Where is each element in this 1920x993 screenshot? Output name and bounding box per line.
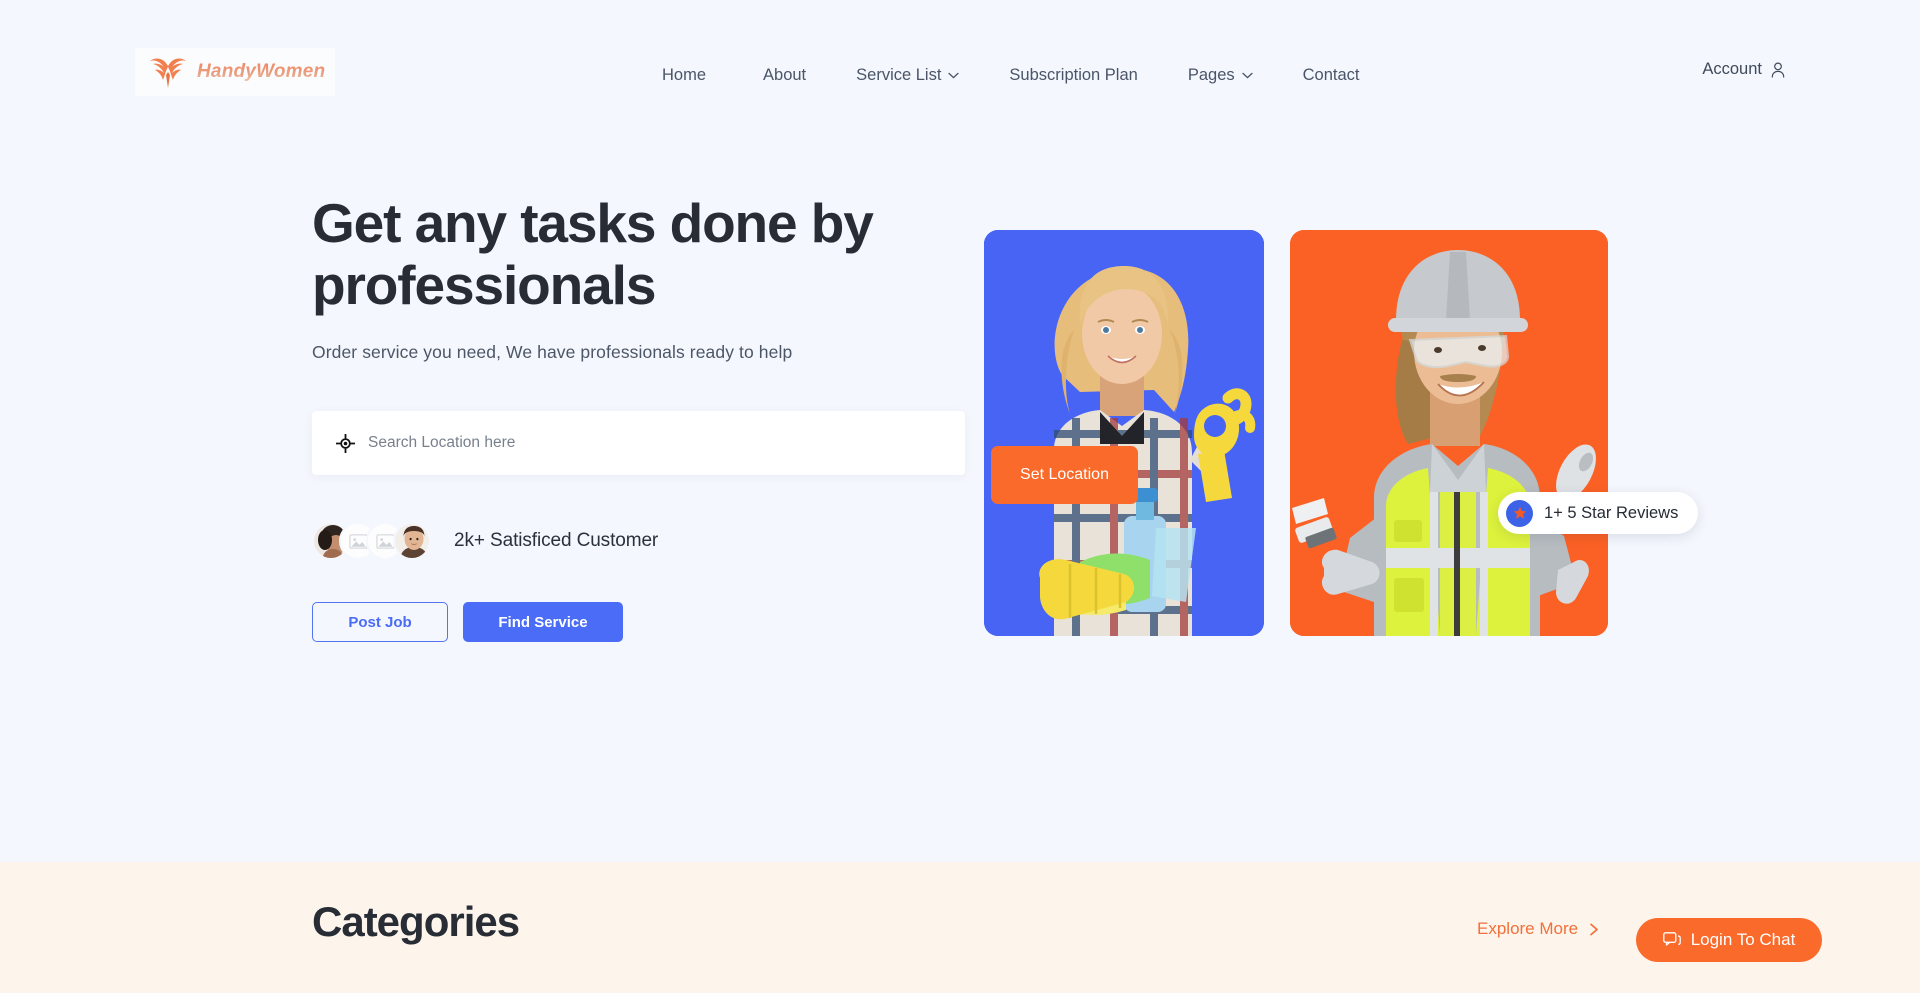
- social-proof: 2k+ Satisficed Customer: [312, 522, 952, 560]
- categories-title: Categories: [312, 898, 520, 945]
- nav-item-about[interactable]: About: [763, 60, 806, 91]
- chevron-down-icon: [948, 72, 960, 79]
- account-menu[interactable]: Account: [1702, 60, 1785, 79]
- nav-label: Service List: [856, 66, 942, 84]
- hero-card-cleaning[interactable]: [984, 230, 1264, 636]
- user-icon: [1771, 62, 1785, 78]
- account-label: Account: [1702, 60, 1762, 78]
- logo[interactable]: HandyWomen: [135, 48, 335, 96]
- star-icon: [1513, 506, 1526, 519]
- hero-cta-row: Post Job Find Service: [312, 602, 952, 642]
- categories-section: [0, 862, 1920, 993]
- star-badge-circle: [1506, 499, 1533, 527]
- nav-label: Contact: [1302, 66, 1360, 84]
- eagle-logo-icon: [150, 58, 186, 88]
- hero-subtitle: Order service you need, We have professi…: [312, 342, 793, 362]
- nav-item-pages[interactable]: Pages: [1188, 60, 1253, 91]
- chat-button-label: Login To Chat: [1690, 930, 1796, 949]
- main-navigation: Home About Service List Subscription Pla…: [662, 60, 1360, 91]
- nav-item-service-list[interactable]: Service List: [856, 60, 960, 91]
- page-title: Get any tasks done by professionals: [312, 192, 952, 316]
- chevron-down-icon: [1241, 72, 1253, 79]
- avatar-group: [312, 522, 431, 560]
- logo-text: HandyWomen: [197, 61, 326, 82]
- nav-item-subscription-plan[interactable]: Subscription Plan: [1009, 60, 1137, 91]
- broken-image-icon: [375, 533, 395, 549]
- social-proof-text: 2k+ Satisficed Customer: [454, 530, 659, 551]
- site-header: HandyWomen Home About Service List Subsc…: [0, 0, 1920, 120]
- nav-item-home[interactable]: Home: [662, 60, 706, 91]
- cleaning-professional-photo: [984, 230, 1264, 636]
- avatar: [393, 522, 431, 560]
- review-badge-text: 1+ 5 Star Reviews: [1544, 503, 1679, 522]
- login-to-chat-button[interactable]: Login To Chat: [1636, 918, 1822, 962]
- nav-label: Home: [662, 66, 707, 84]
- nav-label: About: [763, 66, 807, 84]
- search-placeholder: Search Location here: [368, 434, 516, 451]
- search-location-input[interactable]: Search Location here: [312, 411, 965, 475]
- chevron-right-icon: [1590, 923, 1598, 935]
- hero-content: Get any tasks done by professionals Orde…: [312, 192, 965, 642]
- nav-label: Pages: [1187, 66, 1235, 84]
- avatar-photo-2: [395, 524, 429, 558]
- hero-title-line-1: Get any tasks done by: [312, 192, 874, 254]
- chat-bubble-icon: [1662, 931, 1681, 946]
- post-job-button[interactable]: Post Job: [312, 602, 448, 642]
- painter-professional-photo: [1290, 230, 1608, 636]
- gps-target-icon: [336, 433, 355, 453]
- hero-title-line-2: professionals: [312, 254, 656, 316]
- nav-label: Subscription Plan: [1009, 66, 1138, 84]
- review-badge: 1+ 5 Star Reviews: [1498, 492, 1699, 534]
- explore-more-label: Explore More: [1477, 919, 1579, 938]
- explore-more-link[interactable]: Explore More: [1477, 919, 1600, 939]
- broken-image-icon: [348, 533, 368, 549]
- hero-card-painter[interactable]: [1290, 230, 1608, 636]
- find-service-button[interactable]: Find Service: [463, 602, 623, 642]
- set-location-button[interactable]: Set Location: [991, 446, 1138, 504]
- nav-item-contact[interactable]: Contact: [1303, 60, 1360, 91]
